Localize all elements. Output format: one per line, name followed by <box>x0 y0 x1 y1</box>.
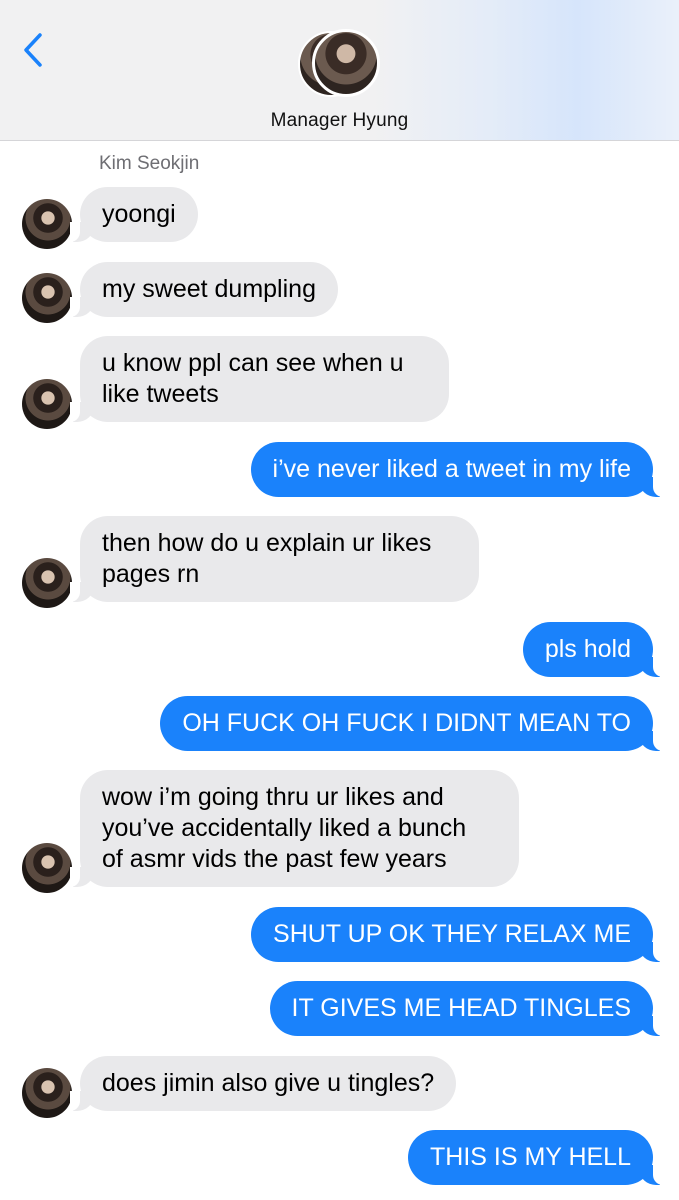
message-text: i’ve never liked a tweet in my life <box>272 455 631 483</box>
outgoing-message-bubble[interactable]: SHUT UP OK THEY RELAX ME <box>251 907 663 962</box>
incoming-message-bubble[interactable]: yoongi <box>70 187 198 242</box>
message-text: my sweet dumpling <box>102 275 316 303</box>
back-button[interactable] <box>18 30 48 70</box>
message-text: SHUT UP OK THEY RELAX ME <box>273 920 631 948</box>
incoming-message-bubble[interactable]: u know ppl can see when u like tweets <box>70 336 449 422</box>
outgoing-message-bubble[interactable]: THIS IS MY HELL <box>408 1130 663 1185</box>
message-text: IT GIVES ME HEAD TINGLES <box>291 994 631 1022</box>
incoming-message-bubble[interactable]: wow i’m going thru ur likes and you’ve a… <box>70 770 519 887</box>
message-text: of asmr vids the past few years <box>102 845 447 873</box>
chevron-left-icon <box>24 33 42 67</box>
incoming-message-bubble[interactable]: then how do u explain ur likes pages rn <box>70 516 479 602</box>
outgoing-message-bubble[interactable]: i’ve never liked a tweet in my life <box>250 442 664 497</box>
message-text: you’ve accidentally liked a bunch <box>102 814 467 842</box>
message-text: like tweets <box>102 380 219 408</box>
message-text: u know ppl can see when u <box>102 349 404 377</box>
message-text: pages rn <box>102 560 200 588</box>
sender-name: Kim Seokjin <box>99 153 200 174</box>
message-text: wow i’m going thru ur likes and <box>102 783 444 811</box>
outgoing-message-bubble[interactable]: OH FUCK OH FUCK I DIDNT MEAN TO <box>160 696 663 751</box>
avatar <box>312 29 380 97</box>
message-text: pls hold <box>544 635 631 663</box>
message-text: OH FUCK OH FUCK I DIDNT MEAN TO <box>182 709 631 737</box>
contact-name[interactable]: Manager Hyung <box>0 110 679 132</box>
avatar[interactable] <box>22 1068 72 1118</box>
avatar[interactable] <box>22 843 72 893</box>
message-text: does jimin also give u tingles? <box>102 1069 435 1097</box>
conversation-header: Manager Hyung <box>0 0 679 141</box>
avatar[interactable] <box>22 379 72 429</box>
avatar[interactable] <box>22 199 72 249</box>
message-text: then how do u explain ur likes <box>102 529 432 557</box>
message-text: yoongi <box>102 200 176 228</box>
avatar[interactable] <box>22 558 72 608</box>
outgoing-message-bubble[interactable]: pls hold <box>522 622 664 677</box>
incoming-message-bubble[interactable]: my sweet dumpling <box>70 262 338 317</box>
outgoing-message-bubble[interactable]: IT GIVES ME HEAD TINGLES <box>269 981 664 1036</box>
message-text: THIS IS MY HELL <box>430 1143 631 1171</box>
incoming-message-bubble[interactable]: does jimin also give u tingles? <box>69 1056 457 1111</box>
contact-avatar-group[interactable] <box>298 29 382 99</box>
avatar[interactable] <box>22 273 72 323</box>
